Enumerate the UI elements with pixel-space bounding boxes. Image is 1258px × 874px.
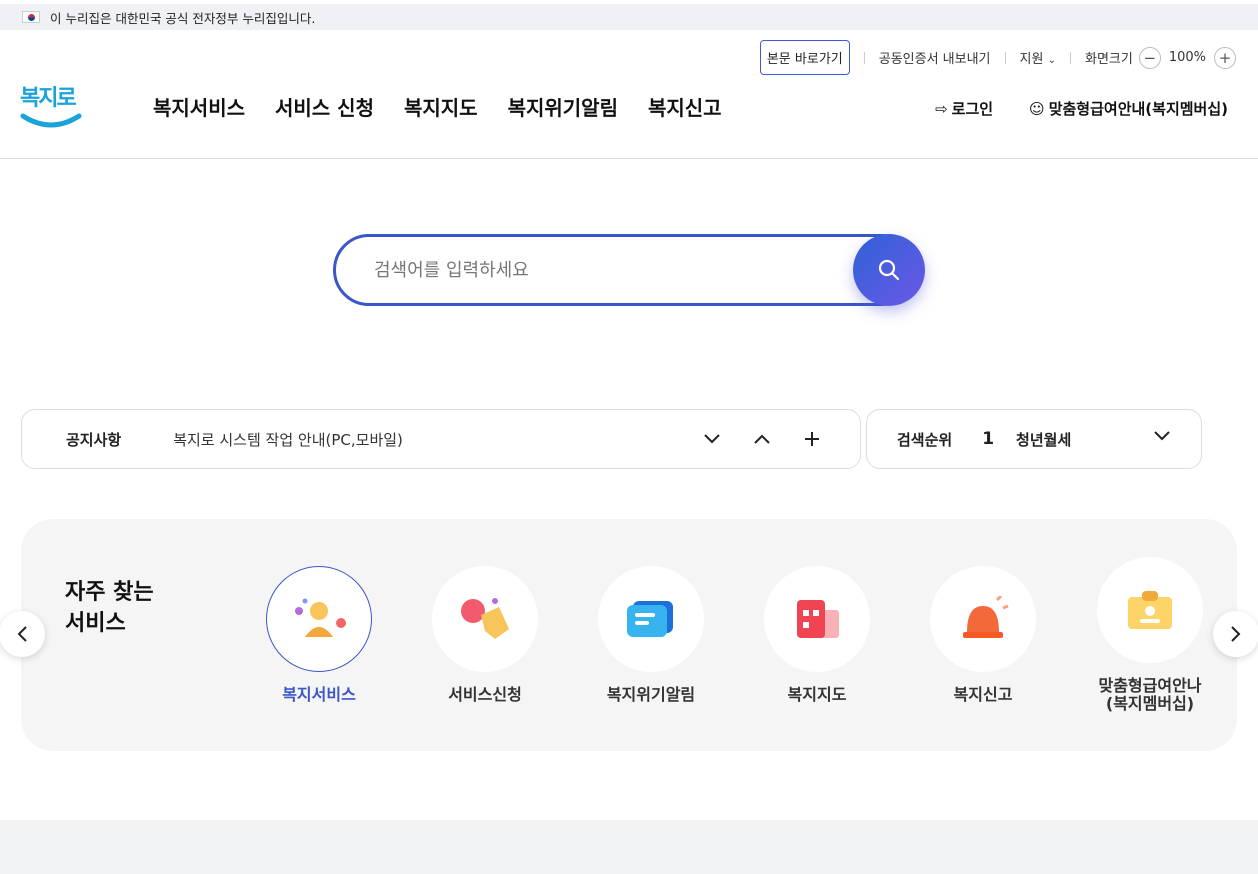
service-label: 복지지도	[787, 685, 847, 704]
ranking-keyword[interactable]: 청년월세	[1016, 429, 1071, 450]
divider	[863, 51, 865, 64]
service-label-line2: (복지멤버십)	[1105, 694, 1195, 713]
support-menu[interactable]: 지원 ⌄	[1020, 48, 1056, 67]
utility-bar: 본문 바로가기 공동인증서 내보내기 지원 ⌄ 화면크기 − 100% +	[759, 40, 1236, 75]
nav-item-welfare-service[interactable]: 복지서비스	[153, 92, 245, 121]
footer-band	[0, 820, 1258, 874]
nav-item-welfare-map[interactable]: 복지지도	[404, 92, 478, 121]
support-label: 지원	[1019, 52, 1044, 67]
gov-banner: 이 누리집은 대한민국 공식 전자정부 누리집입니다.	[0, 4, 1258, 30]
ranking-number: 1	[982, 429, 995, 449]
zoom-out-button[interactable]: −	[1138, 46, 1161, 69]
search-icon	[878, 259, 900, 281]
building-icon	[797, 600, 839, 638]
notice-more-button[interactable]	[800, 427, 824, 451]
siren-icon	[963, 596, 1009, 638]
divider	[1004, 51, 1006, 64]
screen-size-label: 화면크기	[1084, 52, 1133, 67]
login-label: 로그인	[951, 100, 994, 118]
skip-to-content-button[interactable]: 본문 바로가기	[759, 40, 850, 75]
service-crisis-alert[interactable]: 복지위기알림	[581, 566, 721, 704]
user-plus-icon: ☺	[1029, 100, 1045, 118]
ranking-expand-button[interactable]	[1153, 428, 1171, 446]
membership-label: 맞춤형급여안내(복지멤버십)	[1048, 100, 1228, 118]
chevron-up-icon	[754, 434, 770, 444]
id-card-icon	[1128, 591, 1172, 629]
service-welfare[interactable]: 복지서비스	[249, 566, 389, 704]
service-label: 복지위기알림	[606, 685, 696, 704]
person-icon	[295, 598, 346, 637]
service-label: 복지서비스	[282, 685, 356, 704]
service-circle	[598, 566, 704, 672]
service-circle	[1097, 557, 1203, 663]
notice-label: 공지사항	[66, 430, 122, 449]
gov-banner-text: 이 누리집은 대한민국 공식 전자정부 누리집입니다.	[50, 10, 316, 26]
nav-item-crisis-alert[interactable]: 복지위기알림	[508, 92, 618, 121]
notice-bar: 공지사항 복지로 시스템 작업 안내(PC,모바일)	[21, 409, 861, 469]
service-circle	[764, 566, 870, 672]
hand-pointer-icon	[461, 598, 509, 639]
notice-next-button[interactable]	[700, 427, 724, 451]
frequent-title-line1: 자주 찾는	[65, 580, 154, 605]
service-circle	[930, 566, 1036, 672]
logo-text: 복지로	[20, 86, 77, 111]
login-link[interactable]: ⇨ 로그인	[935, 98, 993, 119]
service-apply[interactable]: 서비스신청	[415, 566, 555, 704]
main-nav: 복지서비스 서비스 신청 복지지도 복지위기알림 복지신고	[153, 92, 722, 121]
header-divider	[0, 158, 1258, 159]
login-icon: ⇨	[935, 100, 948, 118]
frequent-title-line2: 서비스	[65, 611, 126, 636]
notice-prev-button[interactable]	[750, 427, 774, 451]
notice-controls	[700, 427, 824, 451]
carousel-prev-button[interactable]	[0, 611, 45, 657]
service-welfare-map[interactable]: 복지지도	[747, 566, 887, 704]
zoom-value: 100%	[1168, 50, 1206, 65]
korea-flag-icon	[22, 11, 40, 23]
service-label: 서비스신청	[448, 685, 522, 704]
frequent-services-title: 자주 찾는 서비스	[65, 577, 154, 639]
search-input[interactable]	[374, 259, 834, 281]
service-welfare-report[interactable]: 복지신고	[913, 566, 1053, 704]
plus-icon	[805, 432, 819, 446]
service-circle	[432, 566, 538, 672]
search-box	[333, 234, 918, 306]
ranking-label: 검색순위	[897, 430, 953, 449]
chevron-right-icon	[1231, 626, 1241, 642]
cert-export-link[interactable]: 공동인증서 내보내기	[879, 48, 991, 67]
chevron-down-icon	[1154, 431, 1170, 441]
logo-smile-icon	[20, 113, 82, 128]
service-label: 맞춤형급여안나 (복지멤버십)	[1080, 677, 1220, 713]
nav-item-service-apply[interactable]: 서비스 신청	[275, 92, 374, 121]
site-logo[interactable]: 복지로	[20, 80, 82, 130]
service-circle	[266, 566, 372, 672]
frequent-services-panel: 자주 찾는 서비스 복지서비스 서비스신청 복지위기알림 복지지도 복지신고 맞…	[21, 519, 1237, 751]
notice-text[interactable]: 복지로 시스템 작업 안내(PC,모바일)	[173, 429, 403, 450]
service-label: 복지신고	[953, 685, 1013, 704]
zoom-in-button[interactable]: +	[1214, 46, 1236, 69]
account-nav: ⇨ 로그인 ☺ 맞춤형급여안내(복지멤버십)	[935, 98, 1228, 119]
search-ranking-bar: 검색순위 1 청년월세	[866, 409, 1202, 469]
service-label-line1: 맞춤형급여안나	[1098, 676, 1202, 695]
divider	[1069, 51, 1071, 64]
service-membership[interactable]: 맞춤형급여안나 (복지멤버십)	[1080, 557, 1220, 713]
search-button[interactable]	[853, 234, 925, 306]
chevron-down-icon: ⌄	[1047, 55, 1056, 66]
chevron-left-icon	[17, 626, 27, 642]
chevron-down-icon	[704, 434, 720, 444]
message-icon	[627, 601, 673, 637]
nav-item-welfare-report[interactable]: 복지신고	[648, 92, 722, 121]
carousel-next-button[interactable]	[1213, 611, 1258, 657]
membership-link[interactable]: ☺ 맞춤형급여안내(복지멤버십)	[1029, 98, 1228, 119]
